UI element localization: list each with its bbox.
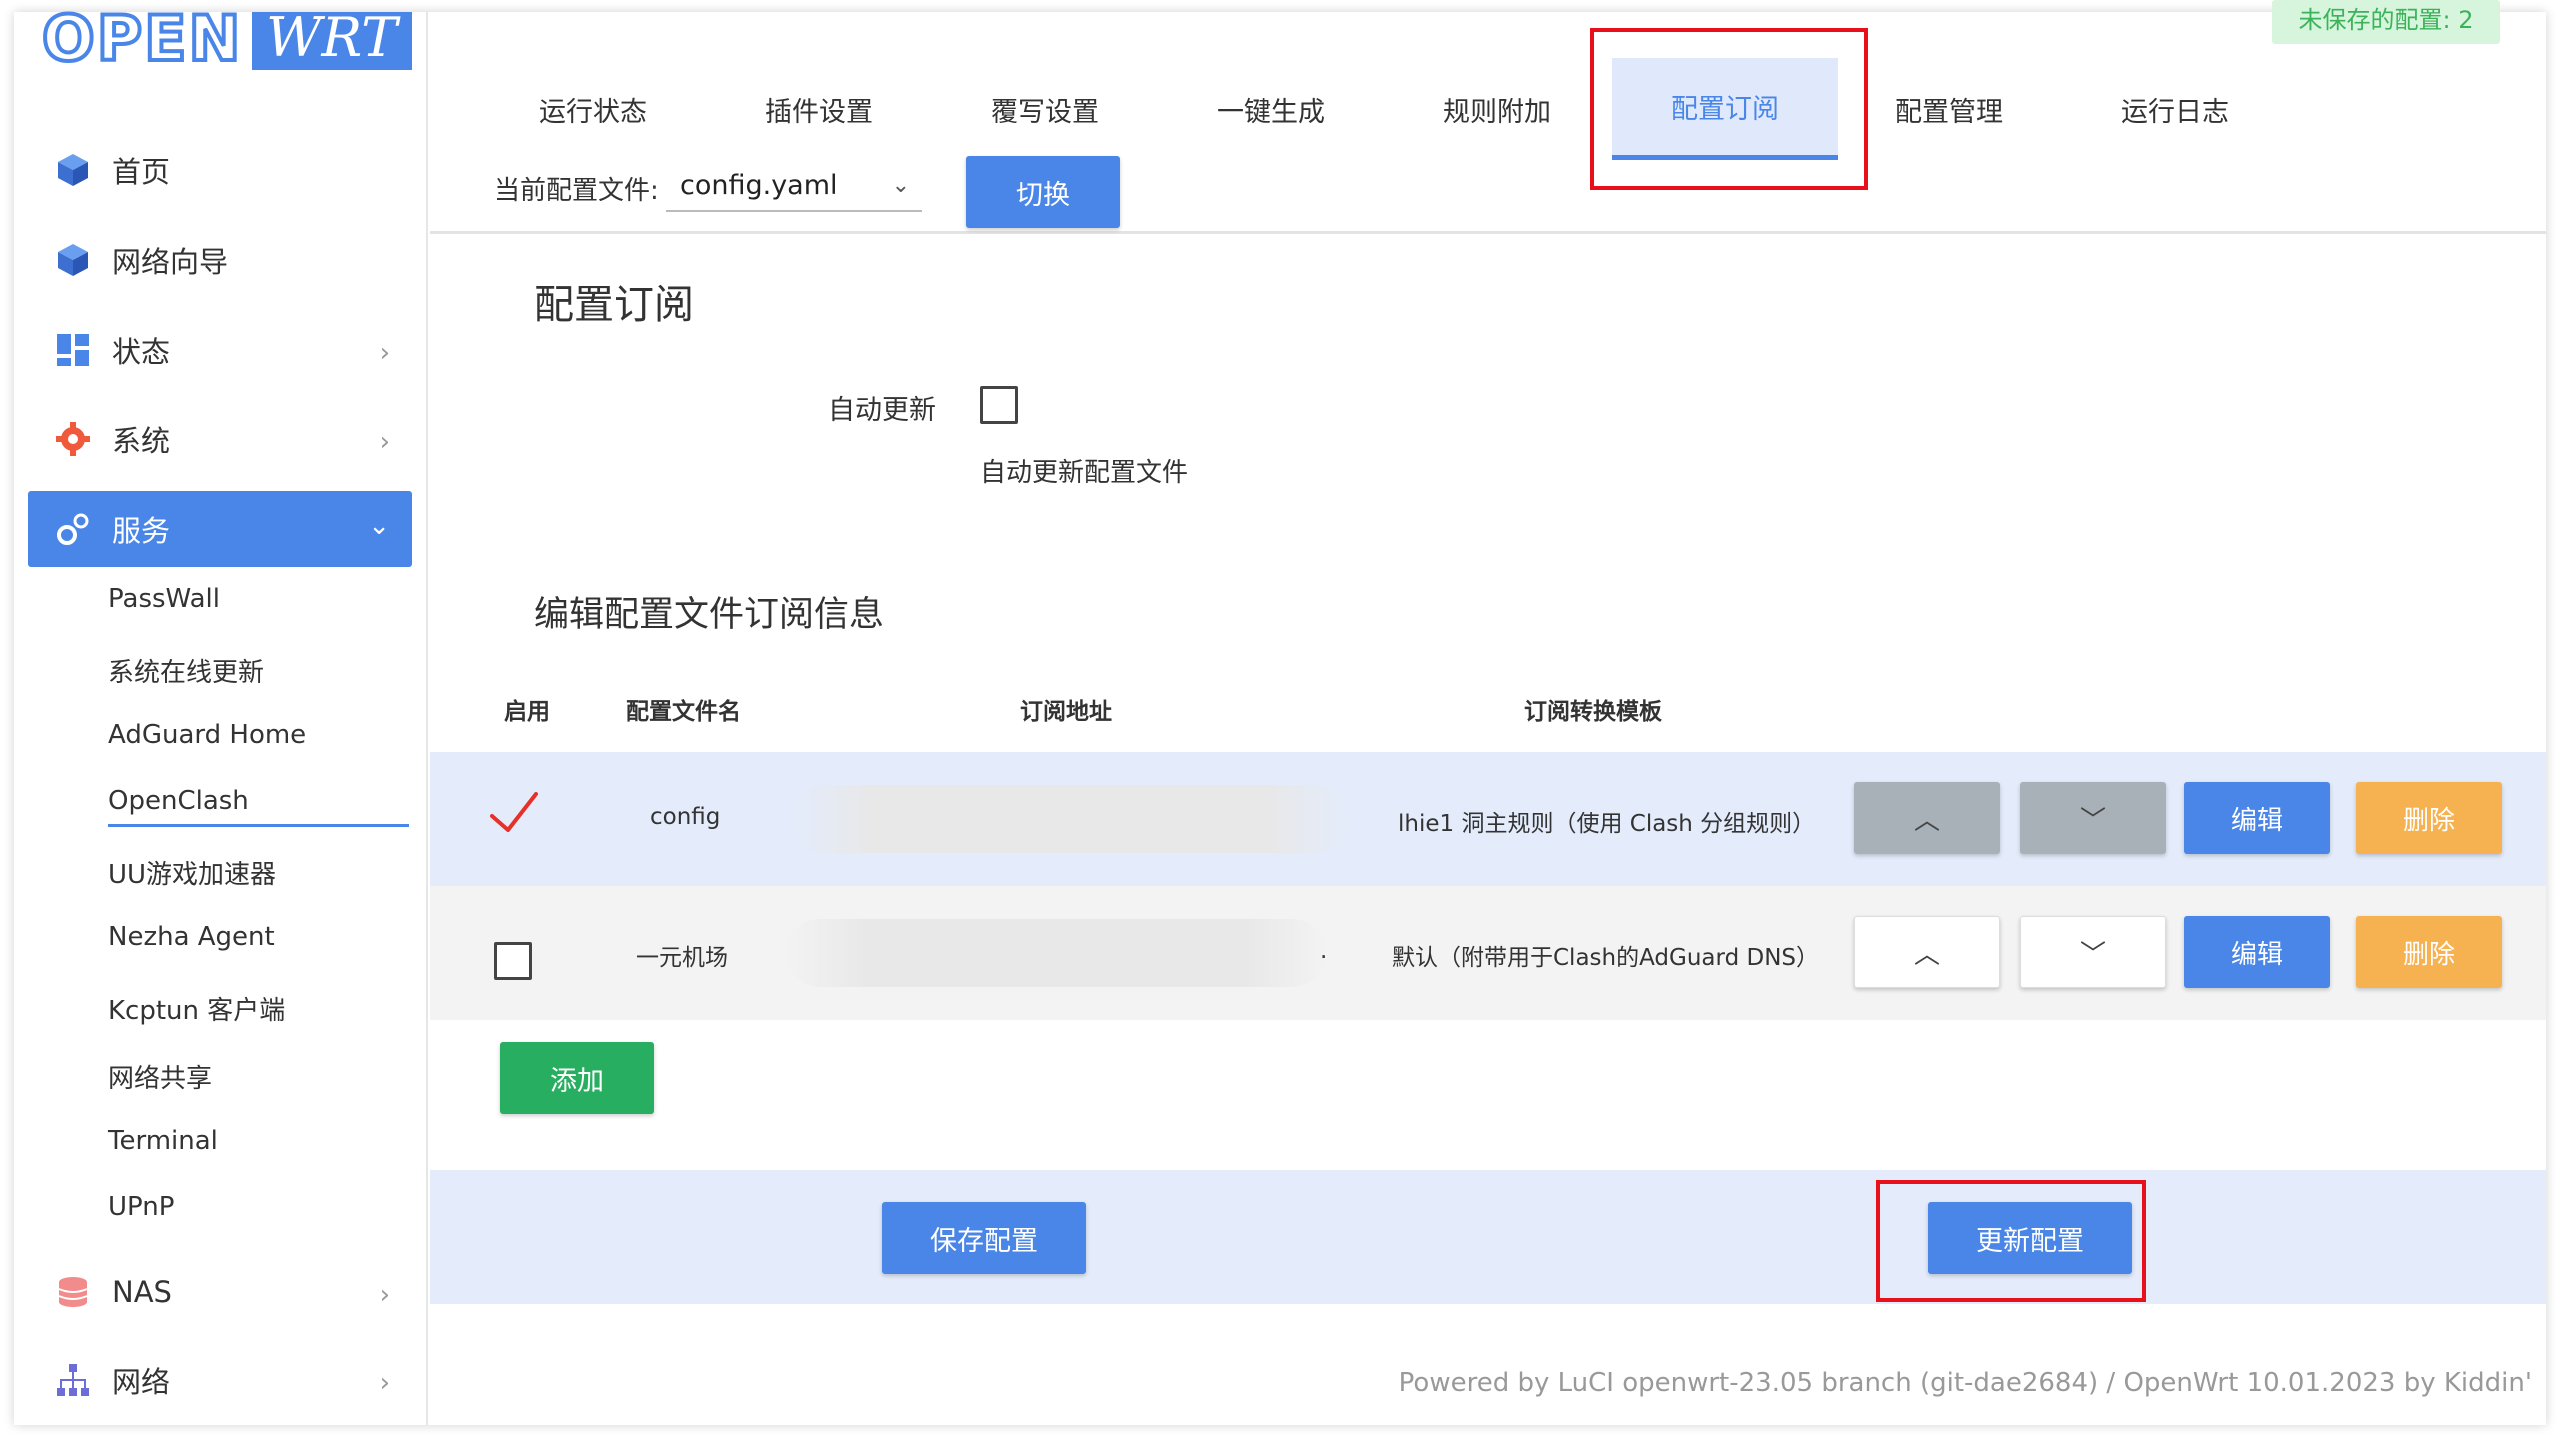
config-file-value: config.yaml <box>680 170 838 201</box>
delete-button[interactable]: 删除 <box>2356 782 2502 854</box>
sidebar-subitem-passwall[interactable]: PassWall <box>108 584 220 614</box>
network-icon <box>54 1361 92 1399</box>
sidebar-subitem-network-share[interactable]: 网络共享 <box>108 1058 212 1095</box>
chevron-right-icon: › <box>379 1280 390 1310</box>
cube-icon <box>54 151 92 189</box>
move-up-button[interactable]: ︿ <box>1854 782 2000 854</box>
sidebar-subitem-nezha[interactable]: Nezha Agent <box>108 922 275 952</box>
sidebar-subitem-openclash[interactable]: OpenClash <box>108 786 409 827</box>
unsaved-changes-badge[interactable]: 未保存的配置: 2 <box>2272 0 2500 44</box>
openwrt-logo[interactable]: OPEN WRT <box>40 2 412 76</box>
url-ellipsis: . <box>1320 938 1328 964</box>
chevron-down-icon: ⌄ <box>368 511 390 541</box>
tab-config-subscription[interactable]: 配置订阅 <box>1612 58 1838 160</box>
sidebar: OPEN WRT 首页 网络向导 状态 › 系统 › 服务 ⌄ PassWall… <box>14 2 428 1425</box>
sidebar-item-label: 网络 <box>112 1365 171 1399</box>
edit-button[interactable]: 编辑 <box>2184 782 2330 854</box>
sidebar-item-system[interactable]: 系统 › <box>28 401 412 477</box>
sidebar-item-label: 系统 <box>112 424 171 458</box>
auto-update-checkbox[interactable] <box>980 386 1018 424</box>
move-down-button[interactable]: ﹀ <box>2020 916 2166 988</box>
page-title: 配置订阅 <box>534 282 694 328</box>
edit-subscription-title: 编辑配置文件订阅信息 <box>534 595 885 635</box>
convert-template: lhie1 洞主规则（使用 Clash 分组规则） <box>1398 811 1816 837</box>
config-name: config <box>650 804 721 830</box>
subscription-url-redacted <box>790 785 1350 853</box>
sidebar-item-label: 服务 <box>112 514 171 548</box>
chevron-down-icon: ⌄ <box>891 173 910 198</box>
sidebar-item-nas[interactable]: NAS › <box>28 1254 412 1330</box>
move-down-button[interactable]: ﹀ <box>2020 782 2166 854</box>
sidebar-item-label: 状态 <box>112 335 171 369</box>
powered-by-footer: Powered by LuCI openwrt-23.05 branch (gi… <box>1398 1368 2532 1398</box>
tab-rule-append[interactable]: 规则附加 <box>1408 58 1586 160</box>
save-config-button[interactable]: 保存配置 <box>882 1202 1086 1274</box>
top-tab-bar: 未保存的配置: 2 运行状态 插件设置 覆写设置 一键生成 规则附加 配置订阅 … <box>430 0 2546 234</box>
chevron-right-icon: › <box>379 338 390 368</box>
column-header-filename: 配置文件名 <box>626 699 741 725</box>
add-button[interactable]: 添加 <box>500 1042 654 1114</box>
sidebar-item-label: 首页 <box>112 155 171 189</box>
switch-button[interactable]: 切换 <box>966 156 1120 228</box>
tab-run-log[interactable]: 运行日志 <box>2086 58 2264 160</box>
sidebar-item-label: 网络向导 <box>112 245 229 279</box>
column-header-url: 订阅地址 <box>1020 699 1112 725</box>
auto-update-label: 自动更新 <box>828 395 936 426</box>
update-config-button[interactable]: 更新配置 <box>1928 1202 2132 1274</box>
sidebar-item-status[interactable]: 状态 › <box>28 312 412 388</box>
sidebar-item-network-wizard[interactable]: 网络向导 <box>28 222 412 298</box>
database-icon <box>54 1273 92 1311</box>
sidebar-item-label: NAS <box>112 1275 172 1309</box>
dashboard-icon <box>54 331 92 369</box>
tab-override-settings[interactable]: 覆写设置 <box>956 58 1134 160</box>
logo-wrt-text: WRT <box>252 11 412 70</box>
edit-button[interactable]: 编辑 <box>2184 916 2330 988</box>
gear-icon <box>54 420 92 458</box>
subscription-url-redacted <box>786 919 1326 987</box>
action-bar: 保存配置 更新配置 <box>430 1170 2546 1304</box>
config-file-select[interactable]: config.yaml ⌄ <box>666 162 922 212</box>
convert-template: 默认（附带用于Clash的AdGuard DNS） <box>1392 945 1820 971</box>
current-config-label: 当前配置文件: <box>494 176 659 206</box>
tab-one-click-generate[interactable]: 一键生成 <box>1182 58 1360 160</box>
sidebar-subitem-kcptun[interactable]: Kcptun 客户端 <box>108 990 285 1027</box>
checkmark-icon[interactable] <box>488 790 540 842</box>
logo-open-text: OPEN <box>40 2 243 76</box>
column-header-template: 订阅转换模板 <box>1524 699 1662 725</box>
sidebar-subitem-adguard[interactable]: AdGuard Home <box>108 720 306 750</box>
enable-checkbox[interactable] <box>494 942 532 980</box>
column-header-enabled: 启用 <box>504 699 550 725</box>
chevron-right-icon: › <box>379 1368 390 1398</box>
delete-button[interactable]: 删除 <box>2356 916 2502 988</box>
sidebar-subitem-terminal[interactable]: Terminal <box>108 1126 218 1156</box>
auto-update-description: 自动更新配置文件 <box>980 458 1189 488</box>
tab-plugin-settings[interactable]: 插件设置 <box>730 58 908 160</box>
table-row: config lhie1 洞主规则（使用 Clash 分组规则） ︿ ﹀ 编辑 … <box>430 752 2546 886</box>
tab-run-status[interactable]: 运行状态 <box>504 58 682 160</box>
sidebar-subitem-upnp[interactable]: UPnP <box>108 1192 174 1222</box>
cube-icon <box>54 241 92 279</box>
move-up-button[interactable]: ︿ <box>1854 916 2000 988</box>
sidebar-subitem-online-update[interactable]: 系统在线更新 <box>108 652 264 689</box>
sidebar-subitem-uu[interactable]: UU游戏加速器 <box>108 854 276 891</box>
config-name: 一元机场 <box>636 945 728 971</box>
sidebar-item-services[interactable]: 服务 ⌄ <box>28 491 412 567</box>
tab-config-management[interactable]: 配置管理 <box>1860 58 2038 160</box>
chevron-right-icon: › <box>379 427 390 457</box>
table-row: 一元机场 . 默认（附带用于Clash的AdGuard DNS） ︿ ﹀ 编辑 … <box>430 886 2546 1020</box>
gears-icon <box>54 510 92 548</box>
sidebar-item-network[interactable]: 网络 › <box>28 1342 412 1418</box>
sidebar-item-home[interactable]: 首页 <box>28 132 412 208</box>
